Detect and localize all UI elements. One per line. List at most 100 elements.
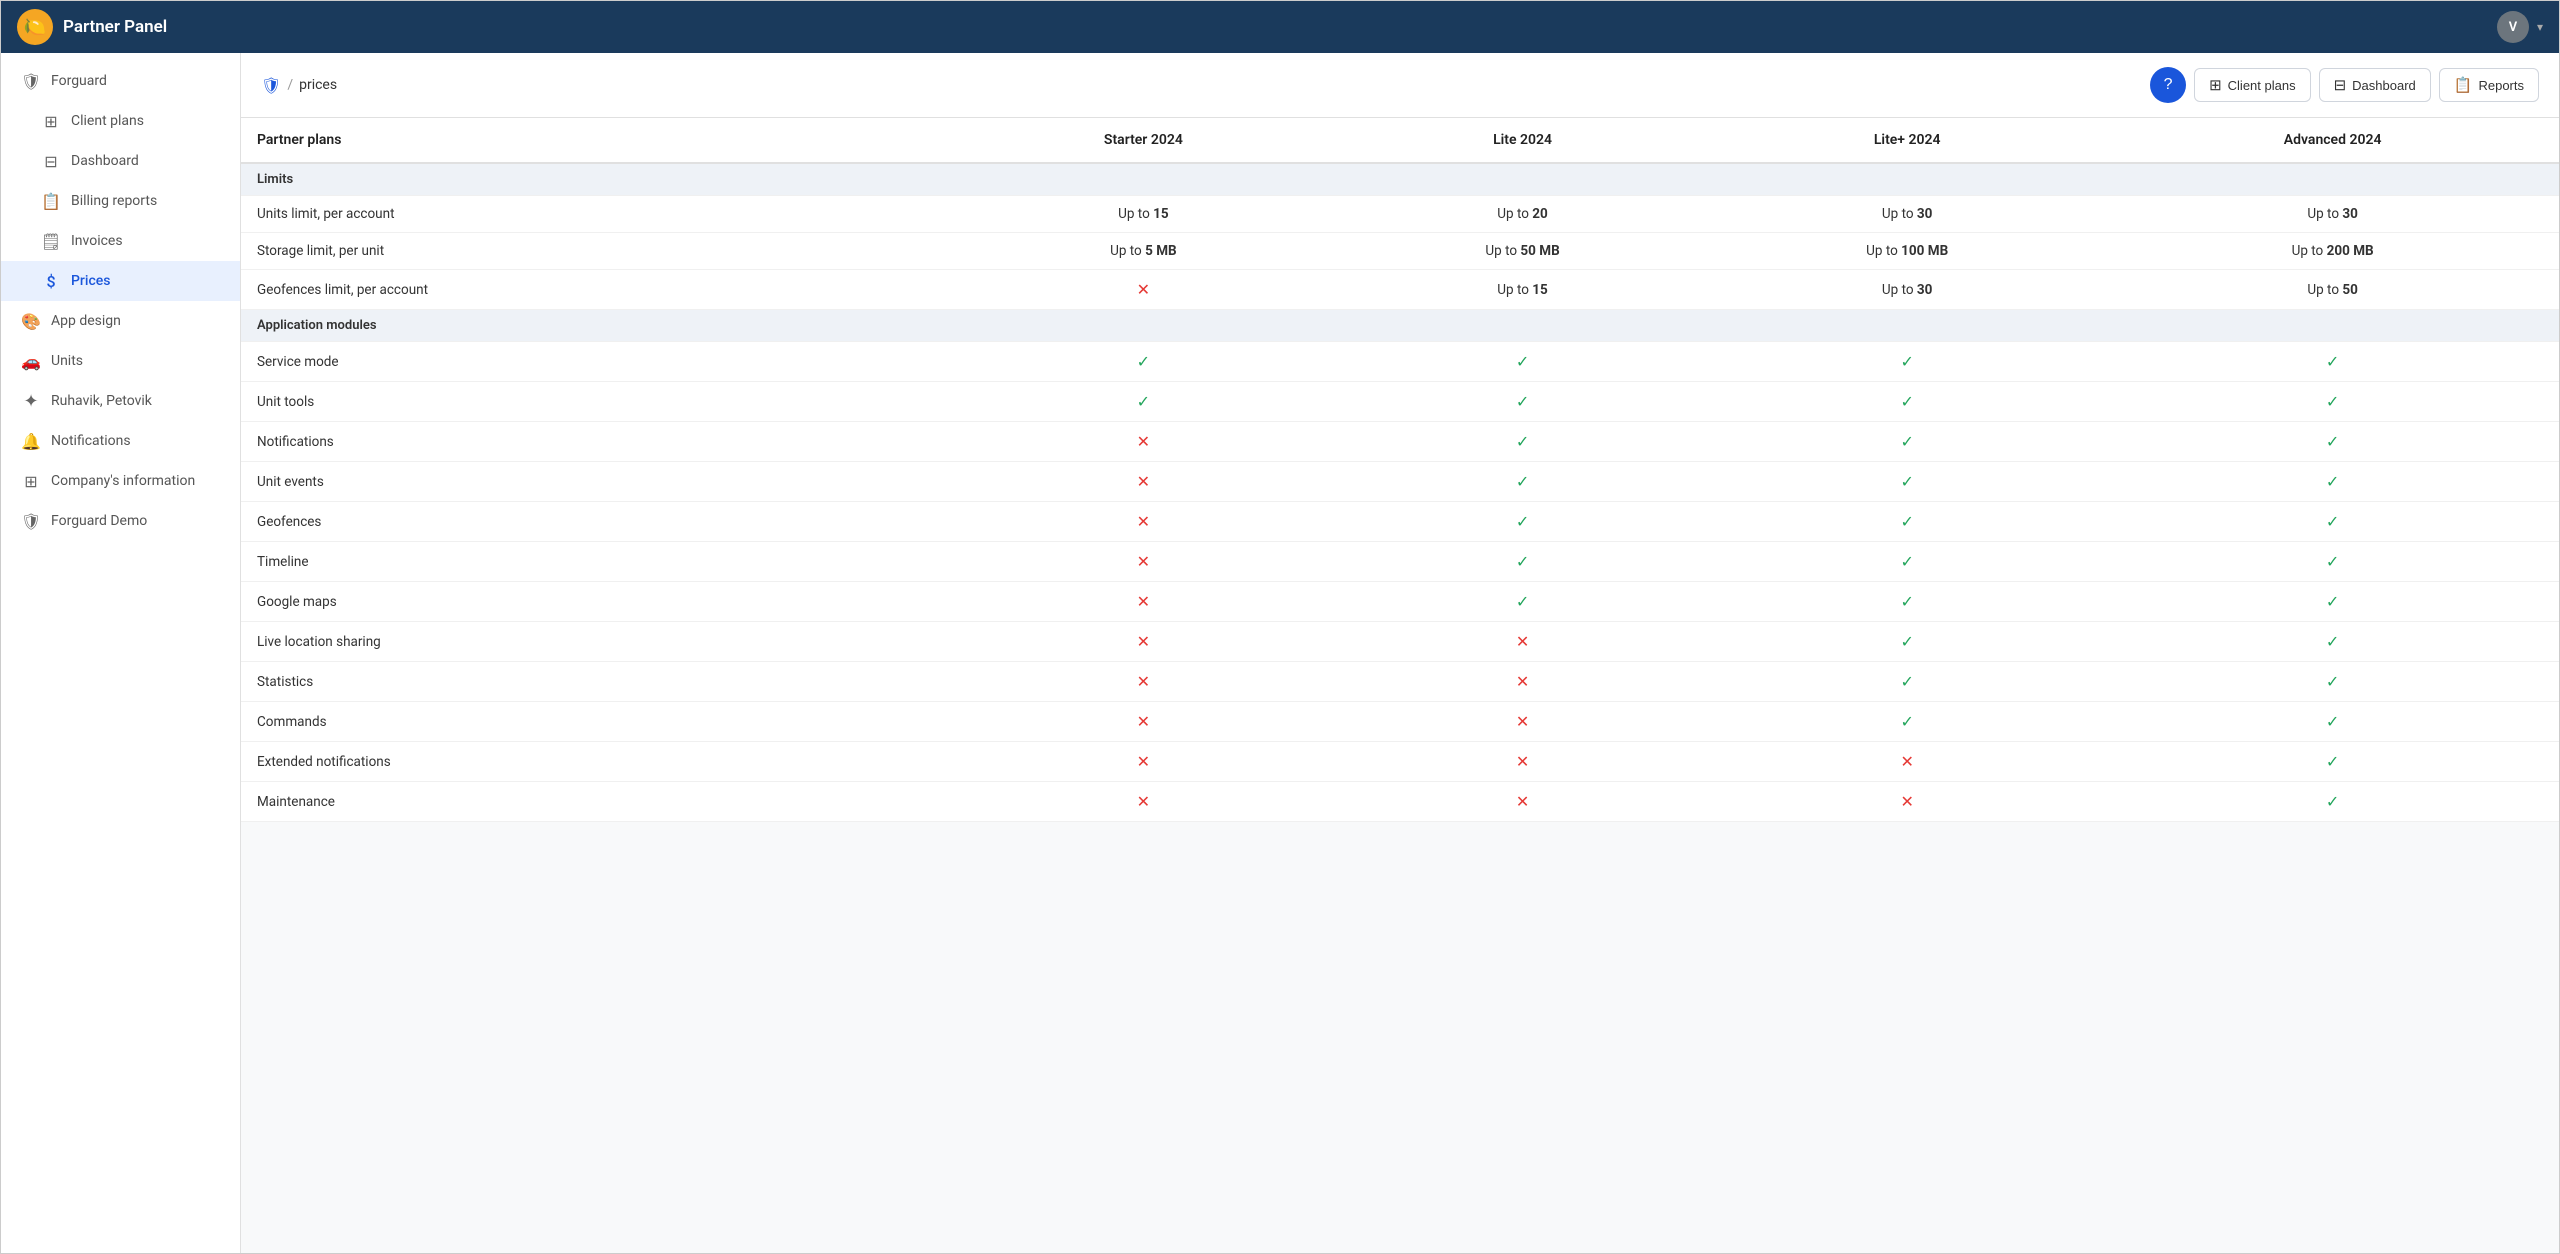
client-plans-icon: ⊞ [2209,76,2222,94]
sidebar-item-prices[interactable]: $ Prices [1,261,240,301]
sidebar-item-forguard-demo[interactable]: 🛡 Forguard Demo [1,501,240,541]
starter-cell: ✓ [950,342,1337,382]
table-row: Service mode ✓ ✓ ✓ ✓ [241,342,2559,382]
advanced-cell: Up to 200 MB [2106,233,2559,270]
shield-icon: 🛡 [21,71,41,91]
cross-icon: ✕ [1137,752,1150,771]
sidebar-item-dashboard[interactable]: ⊟ Dashboard [1,141,240,181]
sidebar-label-billing-reports: Billing reports [71,193,157,209]
lite-plus-cell: Up to 100 MB [1708,233,2106,270]
advanced-cell: ✓ [2106,382,2559,422]
advanced-cell: ✓ [2106,342,2559,382]
table-row: Unit events ✕ ✓ ✓ ✓ [241,462,2559,502]
feature-name: Live location sharing [241,622,950,662]
feature-name: Storage limit, per unit [241,233,950,270]
company-icon: ⊞ [21,471,41,491]
starter-cell: ✕ [950,742,1337,782]
check-icon: ✓ [1137,392,1150,411]
help-button[interactable]: ? [2150,67,2186,103]
cross-icon: ✕ [1137,432,1150,451]
advanced-cell: Up to 30 [2106,196,2559,233]
sidebar-item-invoices[interactable]: 🗒 Invoices [1,221,240,261]
check-icon: ✓ [1900,432,1913,451]
check-icon: ✓ [1516,352,1529,371]
topbar: 🍋 Partner Panel V ▾ [1,1,2559,53]
sidebar-label-forguard: Forguard [51,73,107,89]
lite-cell: ✓ [1337,422,1708,462]
starter-cell: ✕ [950,702,1337,742]
table-row: Timeline ✕ ✓ ✓ ✓ [241,542,2559,582]
check-icon: ✓ [1516,512,1529,531]
table-row: Live location sharing ✕ ✕ ✓ ✓ [241,622,2559,662]
feature-name: Statistics [241,662,950,702]
sidebar-item-ruhavik[interactable]: ✦ Ruhavik, Petovik [1,381,240,421]
lite-cell: ✕ [1337,782,1708,822]
table-row: Units limit, per account Up to 15 Up to … [241,196,2559,233]
table-section-row: Limits [241,163,2559,196]
lite-cell: ✓ [1337,382,1708,422]
sidebar-item-company-info[interactable]: ⊞ Company's information [1,461,240,501]
sidebar-label-forguard-demo: Forguard Demo [51,513,147,529]
app-container: 🍋 Partner Panel V ▾ 🛡 Forguard ⊞ Client … [0,0,2560,1254]
lite-cell: ✓ [1337,502,1708,542]
starter-cell: Up to 15 [950,196,1337,233]
lite-plus-cell: ✓ [1708,622,2106,662]
cross-icon: ✕ [1900,752,1913,771]
check-icon: ✓ [1900,632,1913,651]
section-label: Application modules [241,310,2559,342]
check-icon: ✓ [1516,432,1529,451]
advanced-cell: ✓ [2106,782,2559,822]
cross-icon: ✕ [1137,712,1150,731]
lite-cell: ✓ [1337,582,1708,622]
table-container: Partner plans Starter 2024 Lite 2024 Lit… [241,118,2559,1253]
dashboard-button[interactable]: ⊟ Dashboard [2319,68,2431,102]
sidebar-item-client-plans[interactable]: ⊞ Client plans [1,101,240,141]
sidebar-item-units[interactable]: 🚗 Units [1,341,240,381]
app-logo: 🍋 [17,9,53,45]
lite-cell: ✓ [1337,462,1708,502]
reports-button[interactable]: 📋 Reports [2439,68,2539,102]
chevron-down-icon[interactable]: ▾ [2537,20,2543,34]
table-header-row: Partner plans Starter 2024 Lite 2024 Lit… [241,118,2559,163]
user-avatar[interactable]: V [2497,11,2529,43]
lite-cell: ✕ [1337,742,1708,782]
dollar-icon: $ [41,271,61,291]
check-icon: ✓ [2326,632,2339,651]
starter-cell: ✕ [950,542,1337,582]
check-icon: ✓ [2326,352,2339,371]
car-icon: 🚗 [21,351,41,371]
check-icon: ✓ [2326,792,2339,811]
starter-cell: ✕ [950,270,1337,310]
col-lite: Lite 2024 [1337,118,1708,163]
feature-name: Geofences [241,502,950,542]
cross-icon: ✕ [1137,632,1150,651]
sidebar-label-app-design: App design [51,313,121,329]
cross-icon: ✕ [1516,792,1529,811]
client-plans-button[interactable]: ⊞ Client plans [2194,68,2311,102]
sidebar-item-app-design[interactable]: 🎨 App design [1,301,240,341]
starter-cell: ✕ [950,622,1337,662]
lite-plus-cell: ✓ [1708,342,2106,382]
advanced-cell: ✓ [2106,462,2559,502]
sidebar-item-forguard[interactable]: 🛡 Forguard [1,61,240,101]
check-icon: ✓ [1516,592,1529,611]
check-icon: ✓ [2326,392,2339,411]
advanced-cell: ✓ [2106,742,2559,782]
shield-demo-icon: 🛡 [21,511,41,531]
bell-icon: 🔔 [21,431,41,451]
table-row: Geofences limit, per account ✕ Up to 15 … [241,270,2559,310]
starter-cell: Up to 5 MB [950,233,1337,270]
main-layout: 🛡 Forguard ⊞ Client plans ⊟ Dashboard 📋 … [1,53,2559,1253]
sidebar-item-notifications[interactable]: 🔔 Notifications [1,421,240,461]
sidebar-item-billing-reports[interactable]: 📋 Billing reports [1,181,240,221]
lite-cell: Up to 50 MB [1337,233,1708,270]
table-section-row: Application modules [241,310,2559,342]
cross-icon: ✕ [1516,712,1529,731]
sidebar-label-prices: Prices [71,273,110,289]
breadcrumb-current: prices [299,77,337,93]
feature-name: Units limit, per account [241,196,950,233]
starter-cell: ✕ [950,662,1337,702]
lite-plus-cell: Up to 30 [1708,270,2106,310]
lite-cell: ✕ [1337,662,1708,702]
table-row: Google maps ✕ ✓ ✓ ✓ [241,582,2559,622]
